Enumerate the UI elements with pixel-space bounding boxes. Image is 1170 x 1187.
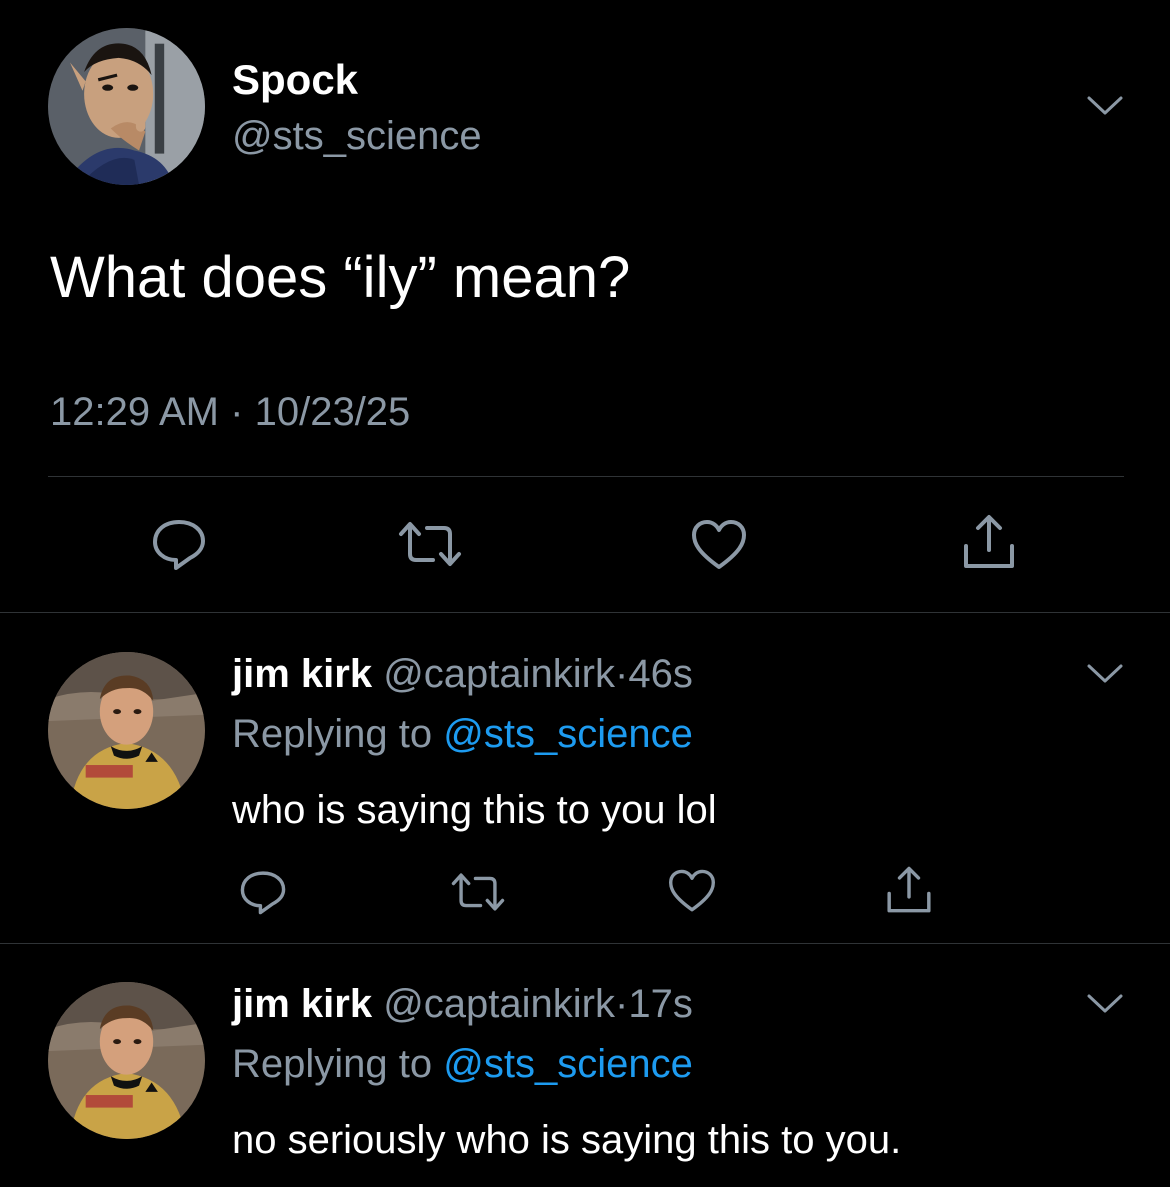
kirk-avatar[interactable] [48, 652, 205, 809]
meta-separator: · [615, 652, 629, 696]
reply-author-handle[interactable]: @captainkirk [383, 652, 615, 696]
author-name[interactable]: Spock [232, 56, 358, 104]
replying-prefix: Replying to [232, 712, 433, 756]
divider [48, 476, 1124, 477]
author-handle[interactable]: @sts_science [232, 114, 482, 159]
chevron-down-icon[interactable] [1086, 662, 1124, 686]
mention-link[interactable]: @sts_science [443, 1042, 693, 1086]
chevron-down-icon[interactable] [1086, 94, 1124, 118]
tweet-time: 12:29 AM [50, 390, 220, 434]
chevron-down-icon[interactable] [1086, 992, 1124, 1016]
share-icon[interactable] [960, 512, 1018, 572]
like-icon[interactable] [667, 868, 717, 914]
replying-to: Replying to @sts_science [232, 712, 693, 757]
reply-author-name[interactable]: jim kirk [232, 982, 372, 1026]
replying-to: Replying to @sts_science [232, 1042, 693, 1087]
reply-time[interactable]: 17s [628, 982, 693, 1026]
tweet-text: What does “ily” mean? [50, 245, 631, 310]
reply-time[interactable]: 46s [628, 652, 693, 696]
reply-text: who is saying this to you lol [232, 788, 717, 832]
divider [0, 612, 1170, 613]
replying-prefix: Replying to [232, 1042, 433, 1086]
like-icon[interactable] [690, 518, 748, 572]
mention-link[interactable]: @sts_science [443, 712, 693, 756]
kirk-avatar[interactable] [48, 982, 205, 1139]
divider [0, 943, 1170, 944]
reply-header: jim kirk @captainkirk·17s [232, 982, 693, 1027]
reply-author-handle[interactable]: @captainkirk [383, 982, 615, 1026]
reply-text: no seriously who is saying this to you. [232, 1118, 902, 1162]
spock-avatar[interactable] [48, 28, 205, 185]
reply-header: jim kirk @captainkirk·46s [232, 652, 693, 697]
reply-icon[interactable] [150, 516, 208, 572]
reply-icon[interactable] [238, 868, 288, 916]
meta-separator: · [230, 390, 244, 434]
retweet-icon[interactable] [397, 518, 463, 570]
tweet-date: 10/23/25 [254, 390, 411, 434]
reply-author-name[interactable]: jim kirk [232, 652, 372, 696]
retweet-icon[interactable] [450, 870, 506, 914]
share-icon[interactable] [884, 864, 934, 916]
tweet-timestamp[interactable]: 12:29 AM · 10/23/25 [50, 390, 410, 435]
meta-separator: · [615, 982, 629, 1026]
